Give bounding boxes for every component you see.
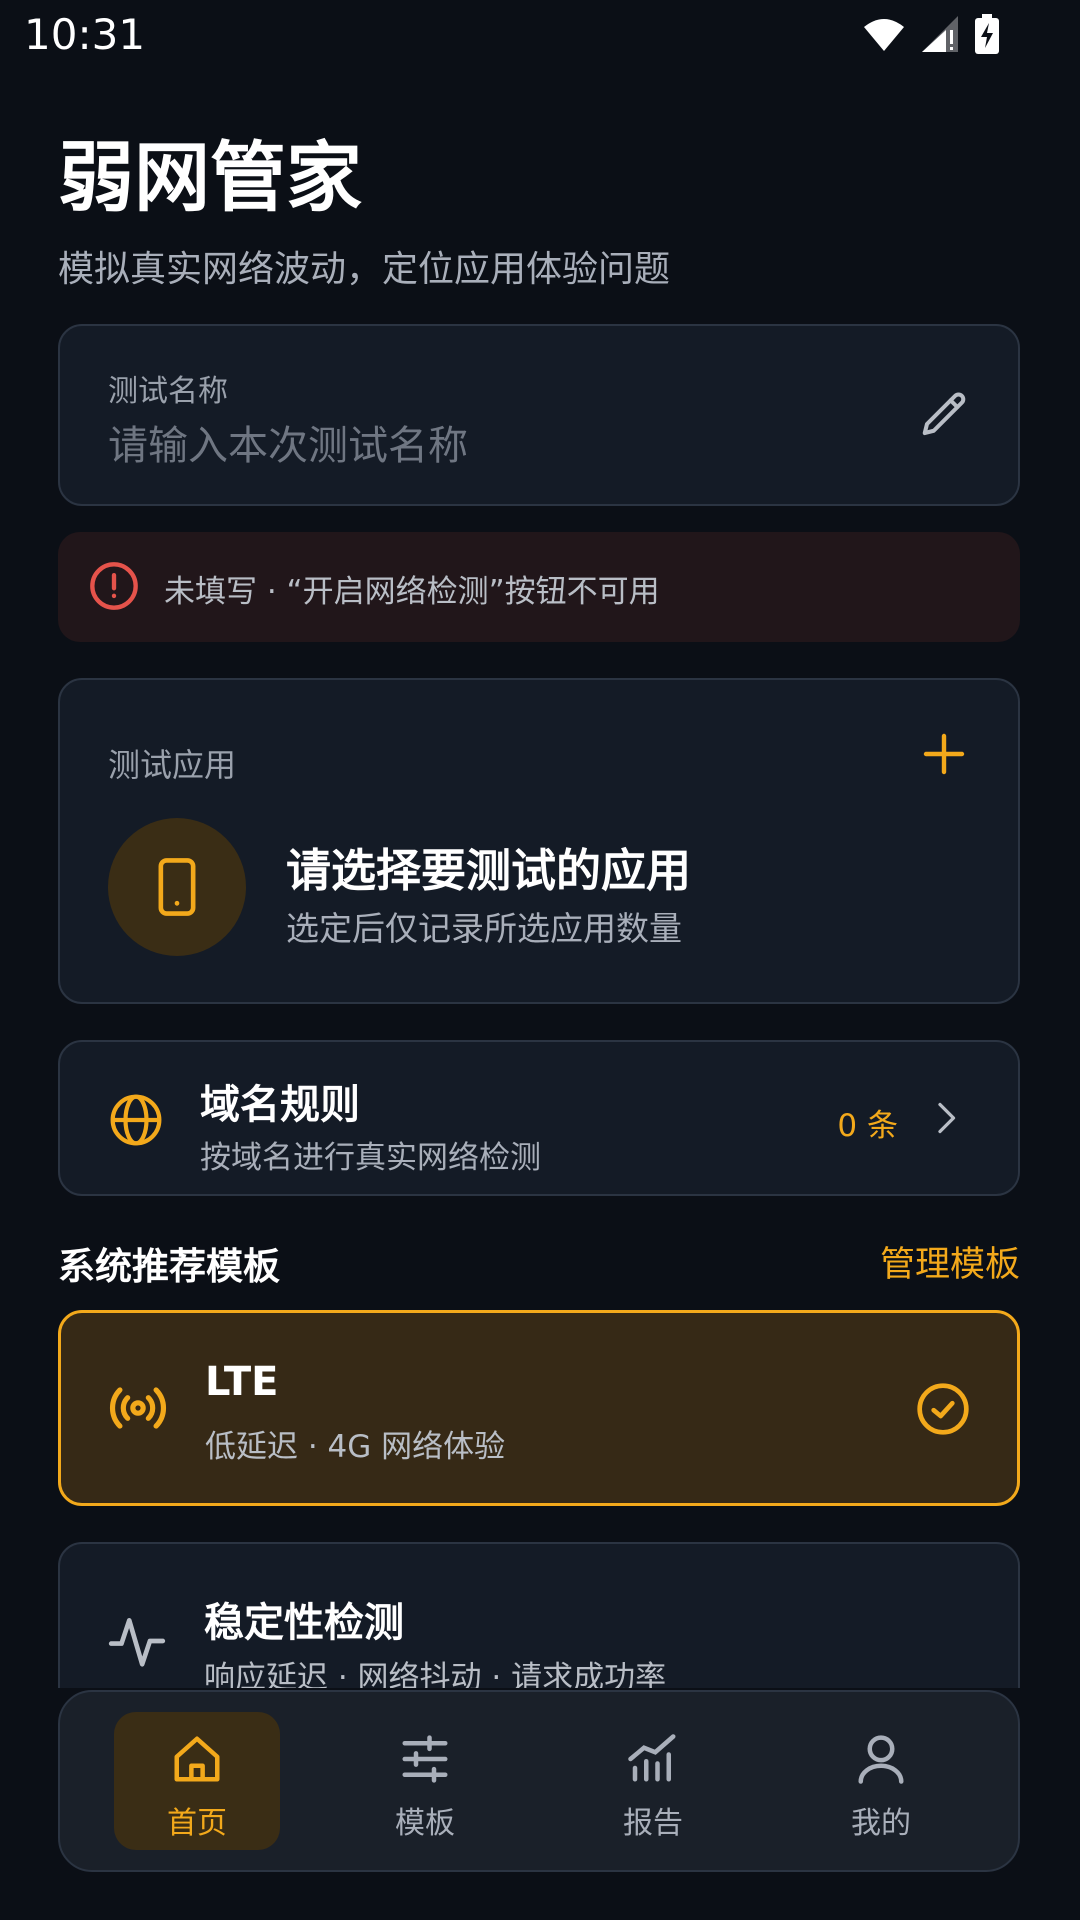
status-time: 10:31 — [24, 10, 146, 59]
pulse-icon — [108, 1618, 166, 1667]
page-title: 弱网管家 — [58, 133, 362, 222]
test-name-card[interactable]: 测试名称 — [58, 324, 1020, 506]
template-card-stability[interactable]: 稳定性检测 响应延迟 · 网络抖动 · 请求成功率 — [58, 1542, 1020, 1688]
domain-rules-count: 0 条 — [837, 1108, 898, 1144]
test-name-label: 测试名称 — [108, 374, 228, 409]
template-card-clip: 稳定性检测 响应延迟 · 网络抖动 · 请求成功率 — [58, 1542, 1020, 1688]
nav-label: 我的 — [851, 1806, 911, 1841]
template-subtitle: 响应延迟 · 网络抖动 · 请求成功率 — [204, 1660, 667, 1688]
nav-item-profile[interactable]: 我的 — [798, 1712, 964, 1850]
chevron-right-icon[interactable] — [928, 1100, 964, 1136]
home-icon — [174, 1736, 220, 1782]
globe-icon — [110, 1094, 162, 1146]
bottom-nav: 首页 模板 报告 我的 — [58, 1690, 1020, 1872]
sliders-icon — [402, 1735, 448, 1783]
nav-label: 报告 — [623, 1806, 683, 1841]
battery-icon — [975, 14, 999, 54]
test-name-input[interactable] — [108, 416, 868, 476]
templates-section-title: 系统推荐模板 — [58, 1245, 280, 1288]
nav-label: 首页 — [167, 1806, 227, 1841]
check-circle-icon — [917, 1383, 969, 1435]
nav-item-templates[interactable]: 模板 — [342, 1712, 508, 1850]
alert-circle-icon — [90, 562, 138, 610]
template-subtitle: 低延迟 · 4G 网络体验 — [205, 1429, 506, 1465]
domain-rules-title: 域名规则 — [200, 1082, 360, 1128]
warning-text: 未填写 · “开启网络检测”按钮不可用 — [164, 574, 660, 610]
domain-rules-subtitle: 按域名进行真实网络检测 — [200, 1140, 541, 1176]
phone-icon — [158, 858, 196, 916]
select-app-title[interactable]: 请选择要测试的应用 — [286, 834, 691, 899]
template-title: LTE — [205, 1359, 279, 1405]
broadcast-icon — [109, 1387, 167, 1429]
status-icons — [862, 14, 1000, 54]
domain-rules-card[interactable]: 域名规则 按域名进行真实网络检测 0 条 — [58, 1040, 1020, 1196]
user-icon — [858, 1735, 904, 1784]
wifi-icon — [864, 19, 904, 51]
template-title: 稳定性检测 — [204, 1600, 404, 1646]
signal-icon — [922, 16, 958, 52]
page-subtitle: 模拟真实网络波动，定位应用体验问题 — [58, 249, 671, 290]
select-app-subtitle: 选定后仅记录所选应用数量 — [286, 909, 682, 948]
nav-label: 模板 — [395, 1806, 455, 1841]
add-icon[interactable] — [920, 730, 968, 778]
app-placeholder-avatar[interactable] — [108, 818, 246, 956]
template-card-lte[interactable]: LTE 低延迟 · 4G 网络体验 — [58, 1310, 1020, 1506]
test-app-label: 测试应用 — [108, 746, 237, 784]
nav-item-reports[interactable]: 报告 — [570, 1712, 736, 1850]
chart-icon — [628, 1734, 676, 1782]
status-bar: 10:31 — [0, 0, 1080, 72]
validation-warning: 未填写 · “开启网络检测”按钮不可用 — [58, 532, 1020, 642]
manage-templates-link[interactable]: 管理模板 — [880, 1236, 1020, 1287]
pencil-icon[interactable] — [918, 388, 972, 442]
nav-item-home[interactable]: 首页 — [114, 1712, 280, 1850]
test-app-card[interactable]: 测试应用 请选择要测试的应用 选定后仅记录所选应用数量 — [58, 678, 1020, 1004]
